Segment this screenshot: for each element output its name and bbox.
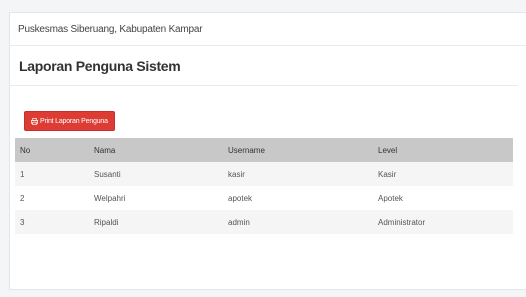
cell-level: Apotek [378,193,403,203]
page-title: Laporan Penguna Sistem [19,57,181,74]
header-level[interactable]: Level [373,138,513,162]
table-row: 2 Welpahri apotek Apotek [15,186,513,210]
table-row: 3 Ripaldi admin Administrator [15,210,513,234]
printer-icon [31,117,38,125]
cell-username: admin [228,217,250,227]
institution-name: Puskesmas Siberuang, Kabupaten Kampar [18,23,203,35]
cell-username: apotek [228,193,253,203]
print-report-label: Print Laporan Penguna [40,117,108,125]
cell-username: kasir [228,169,245,179]
cell-no: 1 [20,169,25,179]
cell-nama: Ripaldi [94,217,119,227]
header-no[interactable]: No [15,138,89,162]
header-nama[interactable]: Nama [89,138,223,162]
users-table: No Nama Username Level 1 Susanti kasir K… [15,138,513,234]
cell-no: 3 [20,217,25,227]
header-username[interactable]: Username [223,138,373,162]
cell-nama: Welpahri [94,193,126,203]
title-bar: Laporan Penguna Sistem [10,46,518,86]
cell-no: 2 [20,193,25,203]
top-bar: Puskesmas Siberuang, Kabupaten Kampar [10,13,526,46]
cell-level: Administrator [378,217,426,227]
print-report-button[interactable]: Print Laporan Penguna [24,111,115,131]
table-row: 1 Susanti kasir Kasir [15,162,513,186]
cell-level: Kasir [378,169,397,179]
toolbar: Print Laporan Penguna [10,86,526,133]
table-header-row: No Nama Username Level [15,138,513,162]
cell-nama: Susanti [94,169,121,179]
